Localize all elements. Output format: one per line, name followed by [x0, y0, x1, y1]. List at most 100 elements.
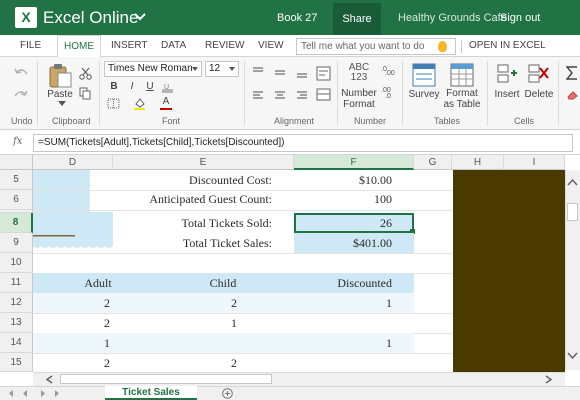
- font-name-value: Times New Roman: [108, 63, 193, 74]
- discounted-cost-value[interactable]: $10.00: [294, 173, 392, 188]
- ribbon-separator: [37, 61, 38, 125]
- chevron-down-icon: [192, 67, 198, 71]
- chevron-down-icon[interactable]: [133, 10, 147, 24]
- tab-view[interactable]: VIEW: [258, 40, 284, 51]
- double-underline-icon[interactable]: U: [162, 83, 173, 93]
- font-size-combo[interactable]: 12: [205, 61, 239, 77]
- paste-button[interactable]: Paste: [46, 89, 74, 100]
- row-header-5[interactable]: 5: [0, 170, 33, 190]
- insert-cells-icon[interactable]: [496, 63, 518, 85]
- copy-icon[interactable]: [79, 87, 92, 100]
- svg-text:.0: .0: [385, 93, 391, 100]
- number-format-button[interactable]: Number Format: [339, 88, 379, 110]
- table-cell[interactable]: 1: [386, 336, 392, 351]
- total-sold-value: 26: [380, 216, 392, 230]
- vertical-scrollbar[interactable]: [565, 170, 580, 370]
- grid-line: [33, 253, 453, 254]
- row-header-9[interactable]: 9: [0, 233, 33, 253]
- column-header-d[interactable]: D: [33, 155, 113, 170]
- table-cell[interactable]: 2: [231, 296, 237, 311]
- sheet-navigation-arrows-icon[interactable]: [8, 389, 64, 398]
- column-header-f[interactable]: F: [294, 155, 414, 170]
- group-label-clipboard: Clipboard: [52, 116, 91, 126]
- row-header-10[interactable]: 10: [0, 253, 33, 273]
- sheet-tab-bar: [0, 386, 580, 400]
- italic-button[interactable]: I: [125, 81, 139, 93]
- table-cell[interactable]: 2: [104, 316, 110, 331]
- borders-icon[interactable]: [107, 98, 120, 109]
- row-header-13[interactable]: 13: [0, 313, 33, 333]
- row-header-8[interactable]: 8: [0, 213, 33, 233]
- undo-icon[interactable]: [13, 66, 29, 80]
- row-header-12[interactable]: 12: [0, 293, 33, 313]
- alignment-buttons-icon[interactable]: [251, 66, 335, 110]
- tab-insert[interactable]: INSERT: [111, 40, 148, 51]
- delete-cells-icon[interactable]: [527, 63, 549, 85]
- format-as-table-button[interactable]: Format as Table: [442, 88, 482, 110]
- font-name-combo[interactable]: Times New Roman: [104, 61, 202, 77]
- chevron-down-icon: [229, 67, 235, 71]
- tab-home[interactable]: HOME: [57, 35, 101, 58]
- horizontal-scroll-thumb[interactable]: [60, 374, 272, 384]
- title-bar: X Excel Online Book 27 Share Healthy Gro…: [0, 0, 580, 35]
- cut-icon[interactable]: [79, 67, 92, 80]
- decimal-buttons-icon[interactable]: .0 .00 .00 .0: [381, 62, 395, 104]
- table-row: [33, 333, 414, 353]
- table-cell[interactable]: 2: [104, 356, 110, 371]
- delete-button[interactable]: Delete: [524, 89, 554, 100]
- scroll-down-icon[interactable]: [567, 352, 578, 360]
- table-cell[interactable]: 2: [231, 356, 237, 371]
- guest-count-value[interactable]: 100: [294, 192, 392, 207]
- scroll-left-icon[interactable]: [45, 375, 53, 384]
- share-button[interactable]: Share: [333, 3, 381, 35]
- row-header-15[interactable]: 15: [0, 353, 33, 372]
- fill-color-icon[interactable]: [133, 97, 148, 110]
- row-header-11[interactable]: 11: [0, 273, 33, 293]
- grid-line: [33, 353, 453, 354]
- add-sheet-icon[interactable]: [222, 388, 233, 399]
- table-cell[interactable]: 1: [386, 296, 392, 311]
- vertical-scroll-thumb[interactable]: [567, 203, 578, 221]
- total-sales-value[interactable]: $401.00: [294, 236, 392, 251]
- table-header-child[interactable]: Child: [163, 276, 283, 291]
- font-color-button[interactable]: A: [159, 96, 173, 108]
- survey-button[interactable]: Survey: [408, 89, 440, 100]
- table-cell[interactable]: 1: [231, 316, 237, 331]
- table-header-discounted[interactable]: Discounted: [283, 276, 392, 291]
- insert-button[interactable]: Insert: [492, 89, 522, 100]
- tell-me-search-box[interactable]: Tell me what you want to do: [296, 38, 456, 55]
- column-header-i[interactable]: I: [504, 155, 565, 170]
- formula-input[interactable]: =SUM(Tickets[Adult],Tickets[Child],Ticke…: [33, 134, 573, 152]
- tab-file[interactable]: FILE: [20, 40, 41, 51]
- autosum-icon[interactable]: [566, 66, 578, 80]
- table-cell[interactable]: 1: [104, 336, 110, 351]
- lightbulb-icon: [438, 41, 447, 52]
- clear-eraser-icon[interactable]: [566, 90, 578, 100]
- column-header-g[interactable]: G: [414, 155, 452, 170]
- tab-review[interactable]: REVIEW: [205, 40, 244, 51]
- group-label-undo: Undo: [11, 116, 33, 126]
- row-header-14[interactable]: 14: [0, 333, 33, 353]
- paste-dropdown-icon[interactable]: [58, 101, 66, 106]
- redo-icon[interactable]: [13, 88, 29, 102]
- ticket-graphic-body: [33, 170, 90, 228]
- column-header-h[interactable]: H: [452, 155, 504, 170]
- scroll-right-icon[interactable]: [545, 375, 553, 384]
- scroll-up-icon[interactable]: [567, 178, 578, 186]
- function-icon[interactable]: fx: [13, 136, 22, 147]
- tab-data[interactable]: DATA: [161, 40, 186, 51]
- table-header-adult[interactable]: Adult: [33, 276, 163, 291]
- select-all-corner[interactable]: [0, 155, 33, 170]
- paste-icon[interactable]: [47, 63, 73, 89]
- underline-button[interactable]: U: [143, 81, 157, 93]
- bold-button[interactable]: B: [107, 81, 121, 93]
- dark-image-block: [453, 170, 565, 372]
- row-header-6[interactable]: 6: [0, 190, 33, 210]
- book-name[interactable]: Book 27: [277, 12, 317, 24]
- sign-out-link[interactable]: Sign out: [500, 12, 540, 24]
- column-header-e[interactable]: E: [113, 155, 294, 170]
- open-in-excel-link[interactable]: OPEN IN EXCEL: [469, 40, 546, 51]
- format-as-table-icon[interactable]: [450, 63, 474, 87]
- table-cell[interactable]: 2: [104, 296, 110, 311]
- survey-icon[interactable]: [412, 63, 436, 87]
